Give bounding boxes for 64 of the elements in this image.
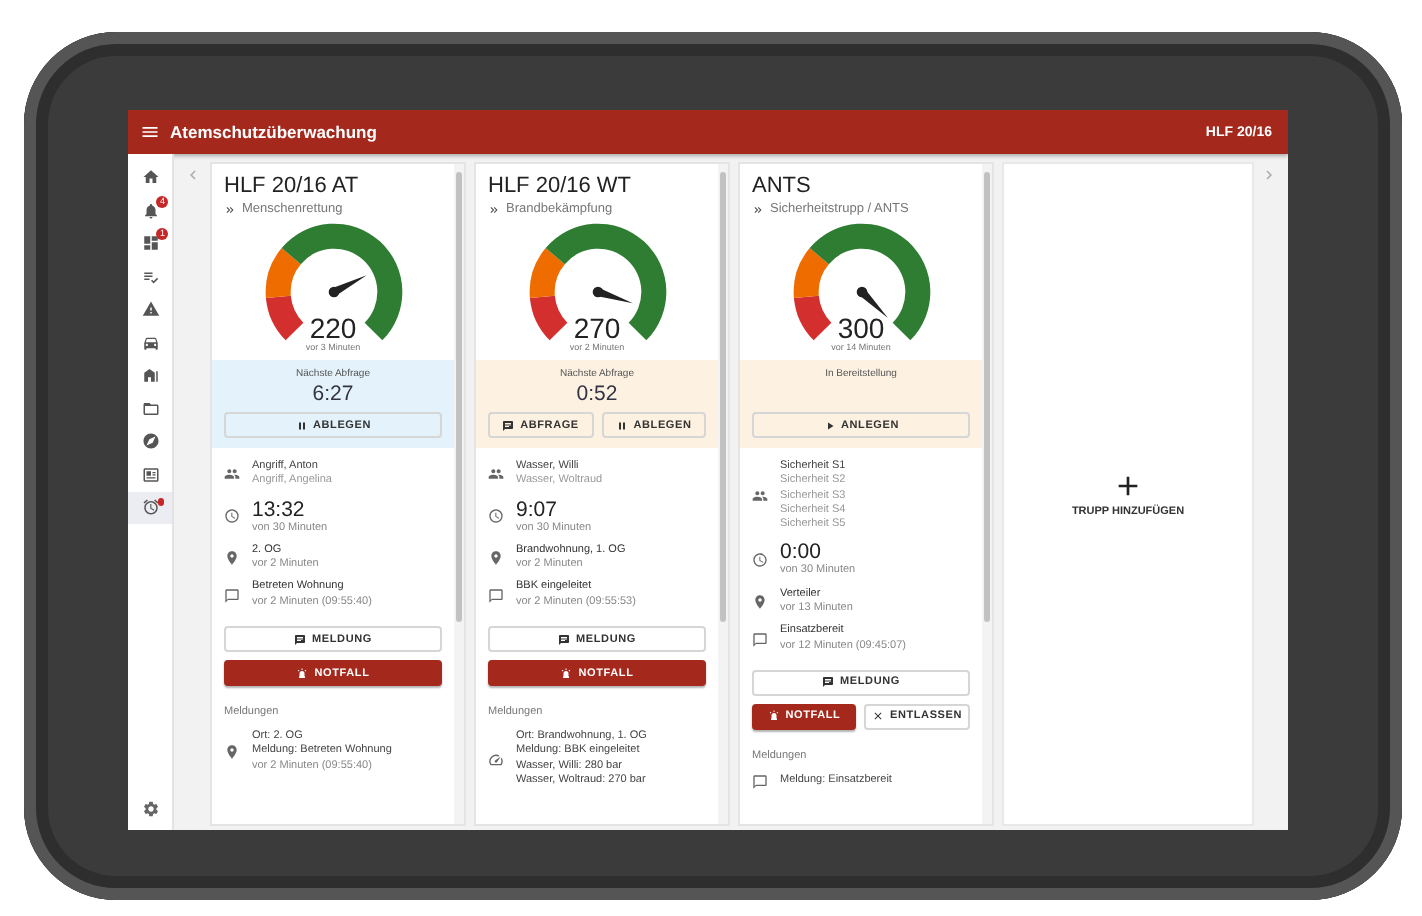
pause-icon: [295, 419, 307, 431]
bell-icon: [141, 201, 159, 220]
pressure-value: 300: [837, 314, 885, 342]
gauge-scale-drawing: [792, 223, 930, 341]
message-icon: [502, 419, 515, 431]
gauge-scale-drawing: [528, 223, 666, 341]
location-pin-icon: [224, 550, 240, 567]
countdown-time: 0:52: [576, 382, 618, 408]
dashboard-icon: [141, 234, 159, 253]
message-icon: [822, 676, 835, 689]
car-icon: [141, 333, 159, 352]
location-pin-icon: [224, 744, 240, 761]
compass-icon: [141, 432, 159, 451]
warning-icon: [141, 300, 159, 319]
pressure-value: 220: [309, 314, 357, 342]
building-icon: [141, 366, 159, 385]
double-chevron-icon: [752, 203, 764, 215]
chat-bubble-icon: [752, 631, 768, 648]
people-icon: [224, 466, 240, 483]
home-icon: [141, 168, 159, 187]
card-title: ANTS: [750, 174, 813, 200]
elapsed-time: 13:32: [252, 497, 307, 522]
nav-item[interactable]: [128, 492, 172, 523]
card-title: HLF 20/16 WT: [486, 174, 634, 200]
scrollbar[interactable]: [718, 164, 728, 824]
card-title: HLF 20/16 AT: [222, 174, 361, 200]
location-pin-icon: [488, 550, 504, 567]
double-chevron-icon: [224, 203, 236, 215]
alarm-clock-icon: [141, 498, 159, 517]
settings-icon[interactable]: [141, 800, 159, 818]
gauge-needle: [855, 286, 887, 318]
clock-icon: [224, 508, 240, 525]
gauge-icon: [488, 751, 504, 768]
play-icon: [823, 419, 835, 431]
folder-icon: [141, 399, 159, 418]
people-icon: [752, 488, 768, 505]
clock-icon: [752, 552, 768, 569]
message-icon: [558, 633, 571, 646]
location-pin-icon: [752, 594, 768, 611]
gauge-scale-drawing: [264, 223, 402, 341]
app-title: Atemschutzüberwachung: [170, 122, 379, 142]
menu-icon[interactable]: [140, 122, 160, 142]
chat-bubble-icon: [224, 587, 240, 604]
elapsed-time: 0:00: [780, 540, 821, 565]
siren-icon: [560, 667, 573, 680]
chat-bubble-icon: [488, 587, 504, 604]
gauge-needle: [591, 286, 632, 304]
checklist-icon: [141, 267, 159, 286]
pressure-value: 270: [573, 314, 621, 342]
scrollbar[interactable]: [982, 164, 992, 824]
double-chevron-icon: [488, 203, 500, 215]
gauge-needle: [327, 275, 366, 298]
siren-icon: [296, 667, 309, 680]
message-icon: [294, 633, 307, 646]
close-icon: [871, 710, 884, 723]
countdown-time: 6:27: [312, 382, 354, 408]
chat-bubble-icon: [752, 773, 768, 790]
clock-icon: [488, 508, 504, 525]
pause-icon: [615, 419, 628, 431]
elapsed-time: 9:07: [516, 497, 559, 522]
people-icon: [488, 466, 504, 483]
contact-card-icon: [141, 465, 159, 484]
scrollbar[interactable]: [454, 164, 464, 824]
siren-icon: [767, 710, 780, 723]
